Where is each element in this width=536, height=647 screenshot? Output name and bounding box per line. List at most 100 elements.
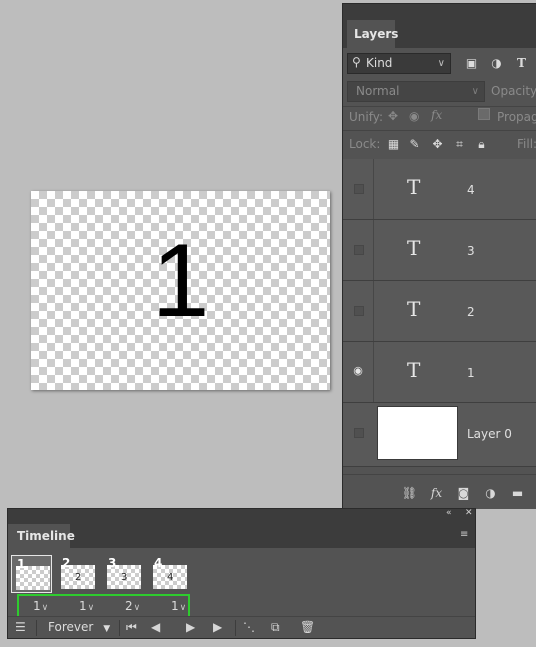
divider [373,342,374,402]
frame-inner-text: 4 [167,572,174,583]
lock-artboard-icon[interactable]: ⌗ [451,136,468,153]
blend-mode-select[interactable]: Normal ∨ [347,81,485,102]
type-layer-icon: T [407,358,421,382]
visibility-toggle[interactable]: ◉ [349,342,367,402]
lock-paint-icon[interactable]: ✎ [406,136,423,153]
frame-4[interactable]: 4 4 [149,555,190,593]
timeline-toolbar: ☰ Forever ▼ ⏮ ◀ ▶ ▶ ⋱ ⧉ 🗑︎ [8,616,475,638]
folder-icon[interactable]: ▬ [508,485,527,502]
timeline-tabbar: Timeline ≡ [8,521,475,548]
eye-icon: ◉ [353,364,363,377]
layer-row-layer-0[interactable]: Layer 0 [343,403,536,467]
frame-number: 3 [108,556,117,570]
link-layers-icon[interactable]: ⛓︎ [400,485,419,502]
opacity-label: Opacity: [491,84,536,98]
add-mask-icon[interactable]: ◙ [454,485,473,502]
fx-icon[interactable]: fx [427,485,446,502]
type-layer-icon: T [407,297,421,321]
type-layer-icon: T [407,175,421,199]
lock-transparent-icon[interactable]: ▦ [385,136,402,153]
canvas-text: 1 [151,223,210,339]
chevron-down-icon: ∨ [41,603,49,613]
search-icon: ⚲ [352,55,361,69]
divider [373,281,374,341]
duplicate-frame-icon[interactable]: ⧉ [271,620,280,635]
filter-kind-select[interactable]: ⚲ Kind ∨ [347,53,451,74]
visibility-toggle[interactable] [349,403,367,463]
frame-2[interactable]: 2 2 [57,555,98,593]
chevron-down-icon: ∨ [179,603,187,613]
lock-position-icon[interactable]: ✥ [429,136,446,153]
unify-position-icon[interactable]: ✥ [388,109,398,123]
visibility-toggle[interactable] [349,159,367,219]
divider [373,220,374,280]
frame-3[interactable]: 3 3 [103,555,144,593]
layer-name: 2 [467,305,475,319]
convert-to-video-timeline-icon[interactable]: ☰ [15,620,26,634]
chevron-down-icon: ∨ [133,603,141,613]
layer-name: 4 [467,183,475,197]
layer-row-3[interactable]: T 3 [343,220,536,281]
unify-style-icon[interactable]: fx [431,108,442,122]
layer-row-4[interactable]: T 4 [343,159,536,220]
frame-inner-text: 3 [121,572,128,583]
fill-label: Fill: [517,137,536,151]
frame-delay-4[interactable]: 1∨ [171,599,186,613]
panel-menu-icon[interactable]: ≡ [460,529,470,540]
frame-delay-2[interactable]: 1∨ [79,599,94,613]
type-filter-icon[interactable]: T [513,55,530,72]
visibility-off-box [354,245,364,255]
divider [343,106,536,107]
unify-label: Unify: [349,110,384,124]
divider [373,159,374,219]
adjustment-icon[interactable]: ◑ [481,485,500,502]
tween-icon[interactable]: ⋱ [243,620,255,634]
frame-number: 4 [154,556,163,570]
layers-footer: ⛓︎ fx ◙ ◑ ▬ [343,474,536,509]
layers-panel: Layers ⚲ Kind ∨ ▣ ◑ T Normal ∨ Opacity: … [342,3,536,509]
frame-number: 2 [62,556,71,570]
close-icon[interactable]: ✕ [465,508,473,518]
delay-value: 1 [33,599,41,613]
blend-mode-value: Normal [356,84,400,98]
collapse-icon[interactable]: « [446,508,452,518]
timeline-titlebar: « ✕ [8,508,475,521]
layer-row-2[interactable]: T 2 [343,281,536,342]
tab-layers[interactable]: Layers [347,20,398,48]
image-filter-icon[interactable]: ▣ [463,55,480,72]
visibility-toggle[interactable] [349,281,367,341]
frame-1[interactable]: 1 [11,555,52,593]
filter-icons: ▣ ◑ T [463,55,530,72]
play-icon[interactable]: ▶ [186,620,195,634]
layer-row-1[interactable]: ◉ T 1 [343,342,536,403]
first-frame-icon[interactable]: ⏮ [126,620,137,635]
propagate-checkbox[interactable] [478,108,490,120]
chevron-down-icon: ∨ [87,603,95,613]
delay-value: 1 [79,599,87,613]
previous-frame-icon[interactable]: ◀ [151,620,160,634]
loop-select[interactable]: Forever ▼ [48,620,110,634]
document-canvas[interactable]: 1 [31,191,330,390]
trash-icon[interactable]: 🗑︎ [300,620,315,634]
lock-all-icon[interactable]: 🔒︎ [473,136,490,153]
chevron-down-icon: ▼ [103,624,111,634]
layers-tabbar: Layers [343,4,536,48]
lock-label: Lock: [349,137,381,151]
adjustment-filter-icon[interactable]: ◑ [488,55,505,72]
divider [343,130,536,131]
tab-timeline[interactable]: Timeline [8,524,75,548]
next-frame-icon[interactable]: ▶ [213,620,222,634]
visibility-off-box [354,306,364,316]
timeline-panel: « ✕ Timeline ≡ 1 2 2 3 3 4 4 1∨ 1∨ 2∨ 1∨… [7,508,476,639]
visibility-off-box [354,184,364,194]
divider [36,620,37,636]
visibility-toggle[interactable] [349,220,367,280]
filter-kind-value: Kind [366,56,393,70]
layer-name: Layer 0 [467,427,512,441]
loop-value: Forever [48,620,94,634]
layer-name: 1 [467,366,475,380]
unify-visibility-icon[interactable]: ◉ [409,109,419,123]
layer-name: 3 [467,244,475,258]
frame-delay-3[interactable]: 2∨ [125,599,140,613]
frame-delay-1[interactable]: 1∨ [33,599,48,613]
